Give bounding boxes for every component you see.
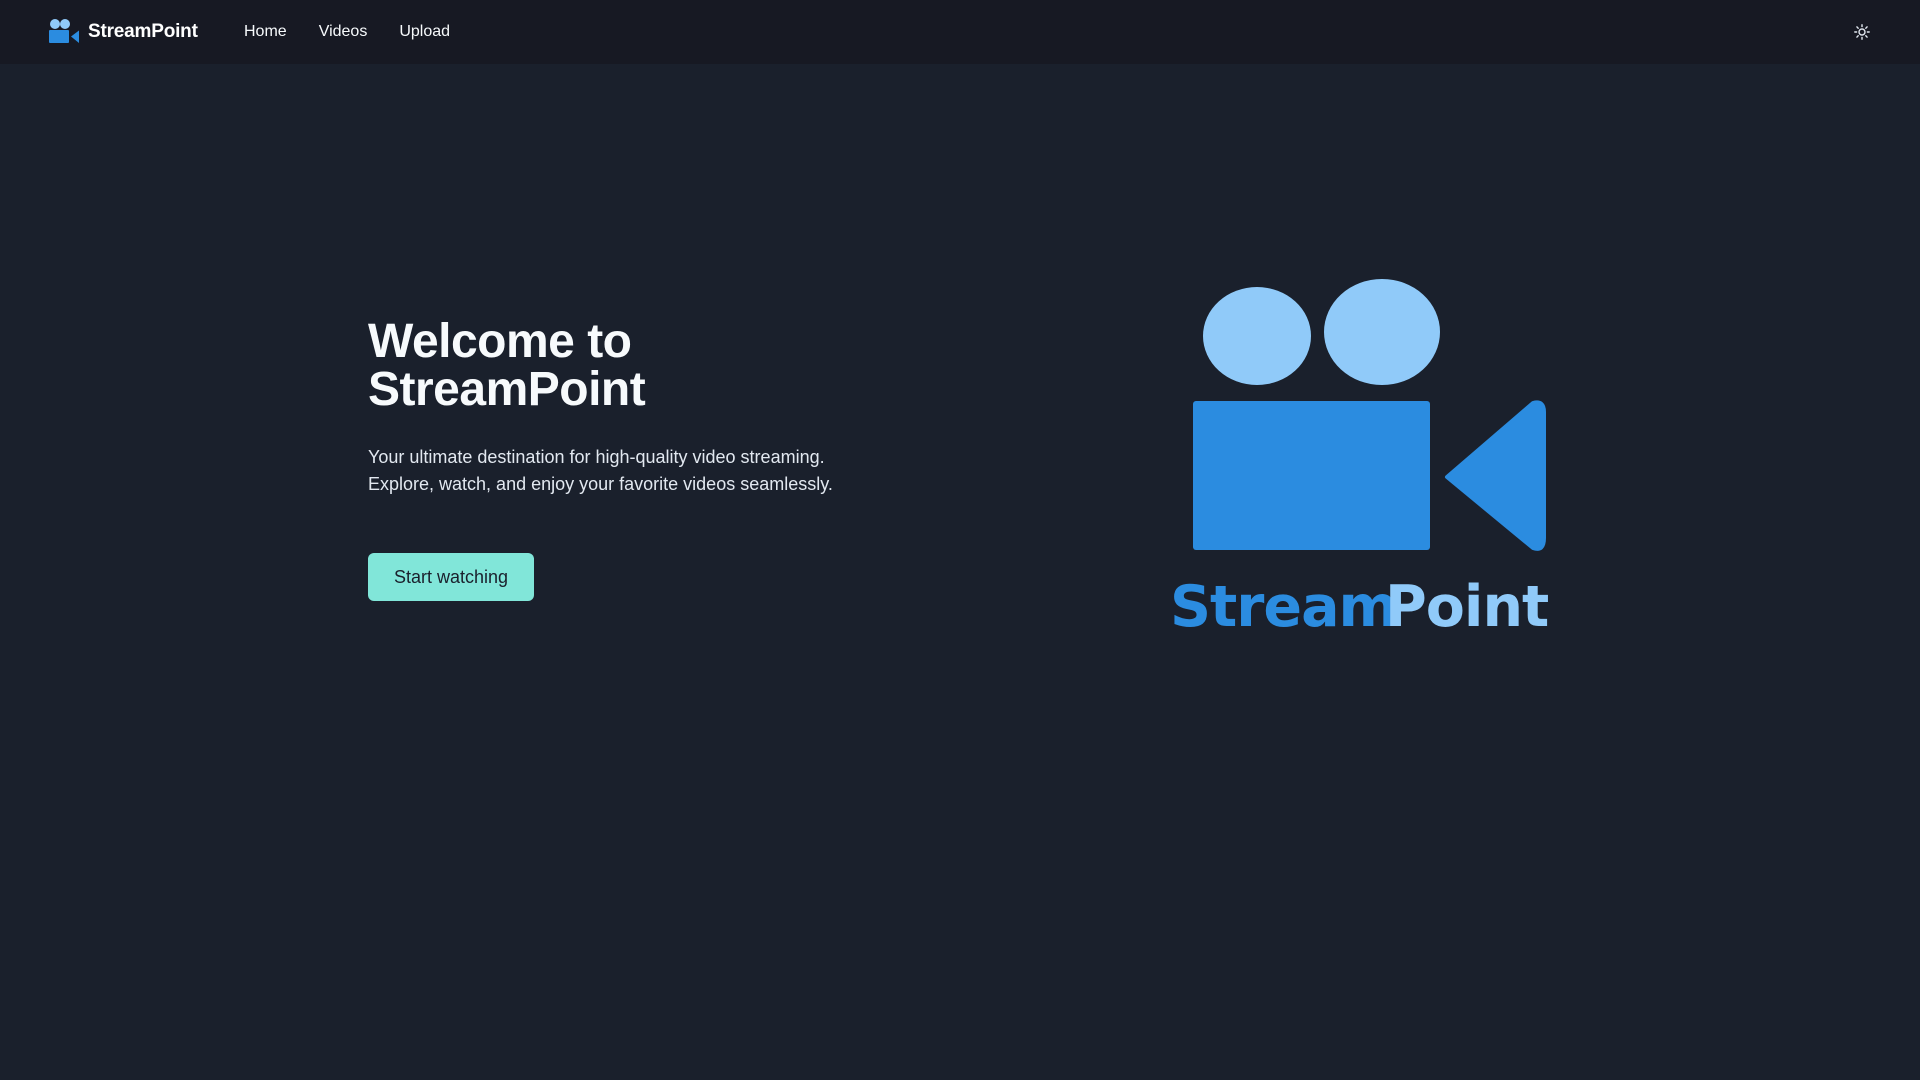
logo-reel-right (1324, 279, 1440, 385)
streampoint-hero-logo: Stream Point (1170, 279, 1549, 640)
brand-name: StreamPoint (88, 21, 198, 42)
start-watching-button[interactable]: Start watching (368, 553, 534, 601)
nav-link-upload[interactable]: Upload (399, 22, 450, 42)
hero-title: Welcome to StreamPoint (368, 318, 888, 414)
hero-description-line-2: Explore, watch, and enjoy your favorite … (368, 474, 833, 494)
nav-link-home[interactable]: Home (244, 22, 287, 42)
logo-reel-left (1203, 287, 1311, 385)
hero-title-line-1: Welcome to (368, 315, 632, 368)
brand-logo-link[interactable]: StreamPoint (47, 18, 198, 46)
logo-camera-lens (1445, 400, 1546, 551)
hero-title-line-2: StreamPoint (368, 363, 646, 416)
logo-camera-body (1193, 401, 1430, 550)
theme-toggle-button[interactable] (1848, 18, 1876, 46)
camera-logo-icon (49, 19, 79, 43)
logo-word-point: Point (1385, 574, 1548, 640)
nav-links: Home Videos Upload (244, 0, 482, 64)
logo-word-stream: Stream (1170, 574, 1397, 640)
hero-section: Welcome to StreamPoint Your ultimate des… (368, 318, 888, 498)
nav-link-videos[interactable]: Videos (319, 22, 368, 42)
sun-icon (1854, 24, 1870, 40)
hero-description: Your ultimate destination for high-quali… (368, 444, 888, 498)
hero-description-line-1: Your ultimate destination for high-quali… (368, 447, 825, 467)
top-navbar: StreamPoint Home Videos Upload (0, 0, 1920, 64)
